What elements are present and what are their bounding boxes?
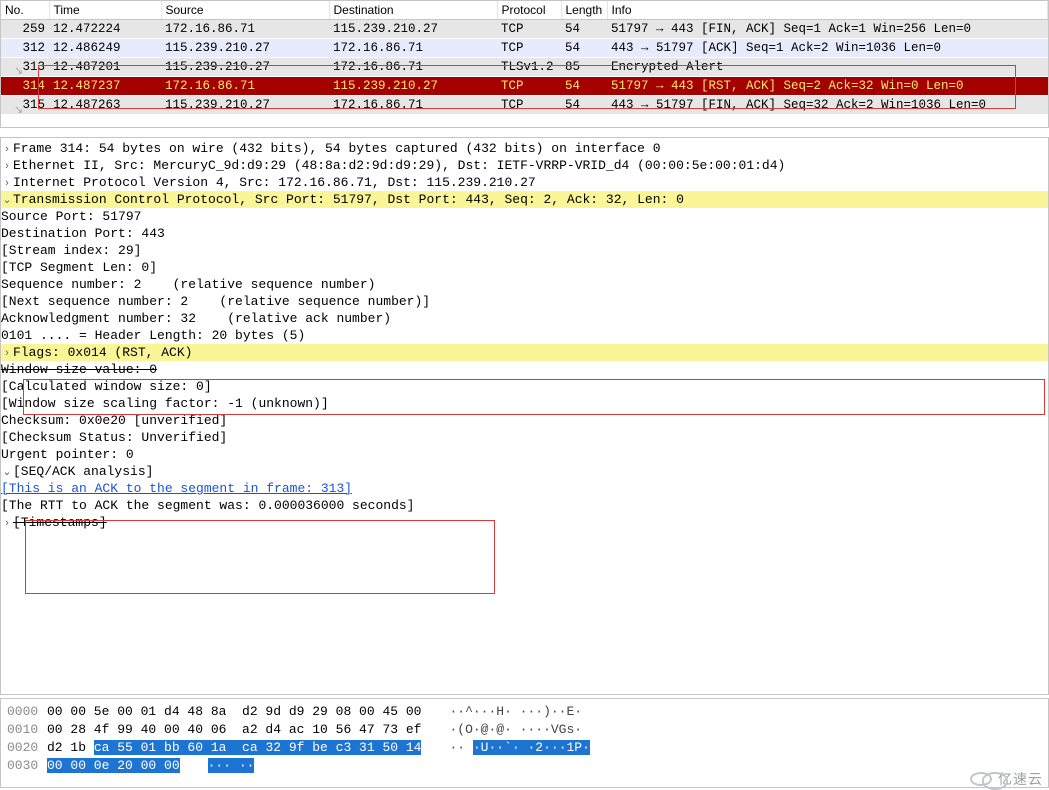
cell-no: 314 bbox=[1, 77, 49, 96]
cell-time: 12.486249 bbox=[49, 39, 161, 58]
packet-row[interactable]: 31512.487263115.239.210.27172.16.86.71TC… bbox=[1, 96, 1048, 115]
packet-row[interactable]: 31312.487201115.239.210.27172.16.86.71TL… bbox=[1, 58, 1048, 77]
col-length[interactable]: Length bbox=[561, 1, 607, 20]
column-headers[interactable]: No. Time Source Destination Protocol Len… bbox=[1, 1, 1048, 20]
stream-index[interactable]: [Stream index: 29] bbox=[1, 242, 1048, 259]
expand-icon[interactable]: › bbox=[1, 517, 13, 529]
checksum[interactable]: Checksum: 0x0e20 [unverified] bbox=[1, 412, 1048, 429]
col-time[interactable]: Time bbox=[49, 1, 161, 20]
ack-to-frame[interactable]: [This is an ACK to the segment in frame:… bbox=[1, 480, 1048, 497]
cell-src: 172.16.86.71 bbox=[161, 20, 329, 39]
flags-node[interactable]: ›Flags: 0x014 (RST, ACK) bbox=[1, 344, 1048, 361]
hex-row[interactable]: 001000 28 4f 99 40 00 40 06 a2 d4 ac 10 … bbox=[7, 721, 1042, 739]
ethernet-node[interactable]: ›Ethernet II, Src: MercuryC_9d:d9:29 (48… bbox=[1, 157, 1048, 174]
cell-dst: 172.16.86.71 bbox=[329, 39, 497, 58]
packet-row[interactable]: 25912.472224172.16.86.71115.239.210.27TC… bbox=[1, 20, 1048, 39]
cell-len: 54 bbox=[561, 77, 607, 96]
frame-node[interactable]: ›Frame 314: 54 bytes on wire (432 bits),… bbox=[1, 140, 1048, 157]
timestamps-node[interactable]: ›[Timestamps] bbox=[1, 514, 1048, 531]
packet-list[interactable]: No. Time Source Destination Protocol Len… bbox=[0, 0, 1049, 128]
col-destination[interactable]: Destination bbox=[329, 1, 497, 20]
cell-info: 443 → 51797 [FIN, ACK] Seq=32 Ack=2 Win=… bbox=[607, 96, 1048, 115]
collapse-icon[interactable]: ⌄ bbox=[1, 193, 13, 206]
hex-offset: 0020 bbox=[7, 739, 47, 757]
win-size[interactable]: Window size value: 0 bbox=[1, 361, 1048, 378]
win-scale[interactable]: [Window size scaling factor: -1 (unknown… bbox=[1, 395, 1048, 412]
expand-icon[interactable]: › bbox=[1, 177, 13, 189]
collapse-icon[interactable]: ⌄ bbox=[1, 465, 13, 478]
cell-time: 12.487201 bbox=[49, 58, 161, 77]
expand-icon[interactable]: › bbox=[1, 143, 13, 155]
hex-ascii: ·· ·U··`· ·2···1P· bbox=[449, 739, 589, 757]
packet-details[interactable]: ›Frame 314: 54 bytes on wire (432 bits),… bbox=[0, 137, 1049, 695]
cell-len: 85 bbox=[561, 58, 607, 77]
cell-proto: TCP bbox=[497, 96, 561, 115]
cell-len: 54 bbox=[561, 20, 607, 39]
cell-info: 51797 → 443 [FIN, ACK] Seq=1 Ack=1 Win=2… bbox=[607, 20, 1048, 39]
expand-icon[interactable]: › bbox=[1, 347, 13, 359]
hex-ascii: ··· ·· bbox=[208, 757, 255, 775]
src-port[interactable]: Source Port: 51797 bbox=[1, 208, 1048, 225]
hex-ascii: ·(O·@·@· ····VGs· bbox=[449, 721, 582, 739]
hex-offset: 0010 bbox=[7, 721, 47, 739]
expand-icon[interactable]: › bbox=[1, 160, 13, 172]
cell-proto: TLSv1.2 bbox=[497, 58, 561, 77]
cell-src: 115.239.210.27 bbox=[161, 39, 329, 58]
seg-len[interactable]: [TCP Segment Len: 0] bbox=[1, 259, 1048, 276]
packet-row[interactable]: 31212.486249115.239.210.27172.16.86.71TC… bbox=[1, 39, 1048, 58]
urgent-ptr[interactable]: Urgent pointer: 0 bbox=[1, 446, 1048, 463]
cell-no: 313 bbox=[1, 58, 49, 77]
cell-proto: TCP bbox=[497, 77, 561, 96]
rtt[interactable]: [The RTT to ACK the segment was: 0.00003… bbox=[1, 497, 1048, 514]
cell-proto: TCP bbox=[497, 39, 561, 58]
cell-info: Encrypted Alert bbox=[607, 58, 1048, 77]
cell-len: 54 bbox=[561, 39, 607, 58]
hex-bytes[interactable]: 00 00 5e 00 01 d4 48 8a d2 9d d9 29 08 0… bbox=[47, 703, 421, 721]
hex-row[interactable]: 000000 00 5e 00 01 d4 48 8a d2 9d d9 29 … bbox=[7, 703, 1042, 721]
cell-time: 12.472224 bbox=[49, 20, 161, 39]
cell-info: 443 → 51797 [ACK] Seq=1 Ack=2 Win=1036 L… bbox=[607, 39, 1048, 58]
col-no[interactable]: No. bbox=[1, 1, 49, 20]
watermark: 亿速云 bbox=[970, 769, 1043, 789]
hex-row[interactable]: 003000 00 0e 20 00 00 ··· ·· bbox=[7, 757, 1042, 775]
packet-row[interactable]: 31412.487237172.16.86.71115.239.210.27TC… bbox=[1, 77, 1048, 96]
seq-num[interactable]: Sequence number: 2 (relative sequence nu… bbox=[1, 276, 1048, 293]
cell-no: 312 bbox=[1, 39, 49, 58]
checksum-status[interactable]: [Checksum Status: Unverified] bbox=[1, 429, 1048, 446]
cell-dst: 172.16.86.71 bbox=[329, 58, 497, 77]
hex-ascii: ··^···H· ···)··E· bbox=[449, 703, 582, 721]
hex-bytes[interactable]: d2 1b ca 55 01 bb 60 1a ca 32 9f be c3 3… bbox=[47, 739, 421, 757]
hex-view[interactable]: 000000 00 5e 00 01 d4 48 8a d2 9d d9 29 … bbox=[0, 698, 1049, 788]
calc-win[interactable]: [Calculated window size: 0] bbox=[1, 378, 1048, 395]
cell-time: 12.487237 bbox=[49, 77, 161, 96]
cell-proto: TCP bbox=[497, 20, 561, 39]
cell-dst: 115.239.210.27 bbox=[329, 77, 497, 96]
hex-row[interactable]: 0020d2 1b ca 55 01 bb 60 1a ca 32 9f be … bbox=[7, 739, 1042, 757]
cell-dst: 115.239.210.27 bbox=[329, 20, 497, 39]
cell-src: 172.16.86.71 bbox=[161, 77, 329, 96]
col-source[interactable]: Source bbox=[161, 1, 329, 20]
cell-src: 115.239.210.27 bbox=[161, 96, 329, 115]
cell-src: 115.239.210.27 bbox=[161, 58, 329, 77]
col-info[interactable]: Info bbox=[607, 1, 1048, 20]
logo-icon bbox=[970, 772, 992, 786]
header-len[interactable]: 0101 .... = Header Length: 20 bytes (5) bbox=[1, 327, 1048, 344]
col-protocol[interactable]: Protocol bbox=[497, 1, 561, 20]
cell-dst: 172.16.86.71 bbox=[329, 96, 497, 115]
hex-bytes[interactable]: 00 28 4f 99 40 00 40 06 a2 d4 ac 10 56 4… bbox=[47, 721, 421, 739]
cell-time: 12.487263 bbox=[49, 96, 161, 115]
ip-node[interactable]: ›Internet Protocol Version 4, Src: 172.1… bbox=[1, 174, 1048, 191]
hex-bytes[interactable]: 00 00 0e 20 00 00 bbox=[47, 757, 180, 775]
cell-no: 315 bbox=[1, 96, 49, 115]
seq-ack-analysis[interactable]: ⌄[SEQ/ACK analysis] bbox=[1, 463, 1048, 480]
cell-no: 259 bbox=[1, 20, 49, 39]
cell-len: 54 bbox=[561, 96, 607, 115]
cell-info: 51797 → 443 [RST, ACK] Seq=2 Ack=32 Win=… bbox=[607, 77, 1048, 96]
tcp-node[interactable]: ⌄Transmission Control Protocol, Src Port… bbox=[1, 191, 1048, 208]
ack-num[interactable]: Acknowledgment number: 32 (relative ack … bbox=[1, 310, 1048, 327]
dst-port[interactable]: Destination Port: 443 bbox=[1, 225, 1048, 242]
hex-offset: 0030 bbox=[7, 757, 47, 775]
next-seq[interactable]: [Next sequence number: 2 (relative seque… bbox=[1, 293, 1048, 310]
hex-offset: 0000 bbox=[7, 703, 47, 721]
